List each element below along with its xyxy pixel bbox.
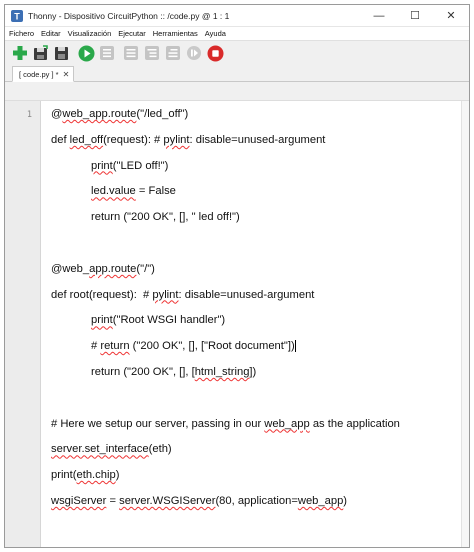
code-line: @web_app.route("/led_off") <box>51 108 189 120</box>
new-file-button[interactable] <box>11 44 29 62</box>
code-line: def led_off(request): # pylint: disable=… <box>51 133 326 146</box>
step-into-button <box>143 44 161 62</box>
step-over-icon <box>124 46 138 60</box>
code-line: def root(request): # pylint: disable=unu… <box>51 288 315 301</box>
menu-ejecutar[interactable]: Ejecutar <box>118 29 146 38</box>
code-line: wsgiServer = server.WSGIServer(80, appli… <box>51 494 348 507</box>
resume-button <box>185 44 203 62</box>
svg-text:T: T <box>14 11 20 21</box>
step-over-button <box>122 44 140 62</box>
toolbar <box>5 41 469 65</box>
code-line: return ("200 OK", [], [html_string]) <box>91 365 257 378</box>
run-button[interactable] <box>77 44 95 62</box>
debug-button <box>98 44 116 62</box>
code-line: print("LED off!") <box>91 159 169 172</box>
menu-visualizacion[interactable]: Visualización <box>68 29 112 38</box>
menu-ayuda[interactable]: Ayuda <box>205 29 226 38</box>
menu-fichero[interactable]: Fichero <box>9 29 34 38</box>
code-editor[interactable]: 1 @web_app.route("/led_off") def led_off… <box>5 100 469 548</box>
vertical-scrollbar[interactable] <box>461 101 469 547</box>
step-out-button <box>164 44 182 62</box>
open-file-button[interactable] <box>32 44 50 62</box>
code-line: return ("200 OK", [], " led off!") <box>91 211 240 224</box>
code-area[interactable]: @web_app.route("/led_off") def led_off(r… <box>41 101 469 548</box>
code-line: @web_app.route("/") <box>51 262 155 275</box>
text-cursor <box>294 340 296 353</box>
maximize-button[interactable]: ☐ <box>397 5 433 27</box>
code-line: print(eth.chip) <box>51 469 120 482</box>
code-line: led.value = False <box>91 185 176 198</box>
window-title: Thonny - Dispositivo CircuitPython :: /c… <box>28 10 230 21</box>
step-out-icon <box>166 46 180 60</box>
minimize-button[interactable]: — <box>361 5 397 27</box>
plus-icon <box>13 46 27 60</box>
step-into-icon <box>145 46 159 60</box>
tab-code-py[interactable]: [ code.py ] * ✕ <box>12 66 75 82</box>
stop-icon <box>207 45 223 61</box>
line-number-gutter: 1 <box>5 101 41 547</box>
save-file-button[interactable] <box>53 44 71 62</box>
resume-icon <box>187 46 201 60</box>
thonny-logo-icon: T <box>10 9 23 22</box>
menu-editar[interactable]: Editar <box>41 29 61 38</box>
line-number: 1 <box>26 110 32 120</box>
title-bar: T Thonny - Dispositivo CircuitPython :: … <box>5 5 469 27</box>
close-button[interactable]: ✕ <box>433 5 469 27</box>
debug-icon <box>100 46 114 60</box>
tab-close-icon[interactable]: ✕ <box>63 70 70 79</box>
stop-button[interactable] <box>206 44 224 62</box>
code-line: # Here we setup our server, passing in o… <box>51 417 400 430</box>
menu-bar: Fichero Editar Visualización Ejecutar He… <box>5 27 469 41</box>
thonny-window: T Thonny - Dispositivo CircuitPython :: … <box>4 4 470 548</box>
play-icon <box>78 45 94 61</box>
save-disk-icon <box>55 47 68 60</box>
open-disk-icon <box>34 45 48 60</box>
tab-label: [ code.py ] * <box>19 69 59 79</box>
code-line: print("Root WSGI handler") <box>91 314 226 327</box>
editor-tab-bar: [ code.py ] * ✕ <box>5 65 469 82</box>
code-line: # return ("200 OK", [], ["Root document"… <box>91 340 296 353</box>
menu-herramientas[interactable]: Herramientas <box>153 29 198 38</box>
code-line: server.set_interface(eth) <box>51 443 172 456</box>
code-line: print("Open this IP in your browser: ", … <box>51 541 469 548</box>
